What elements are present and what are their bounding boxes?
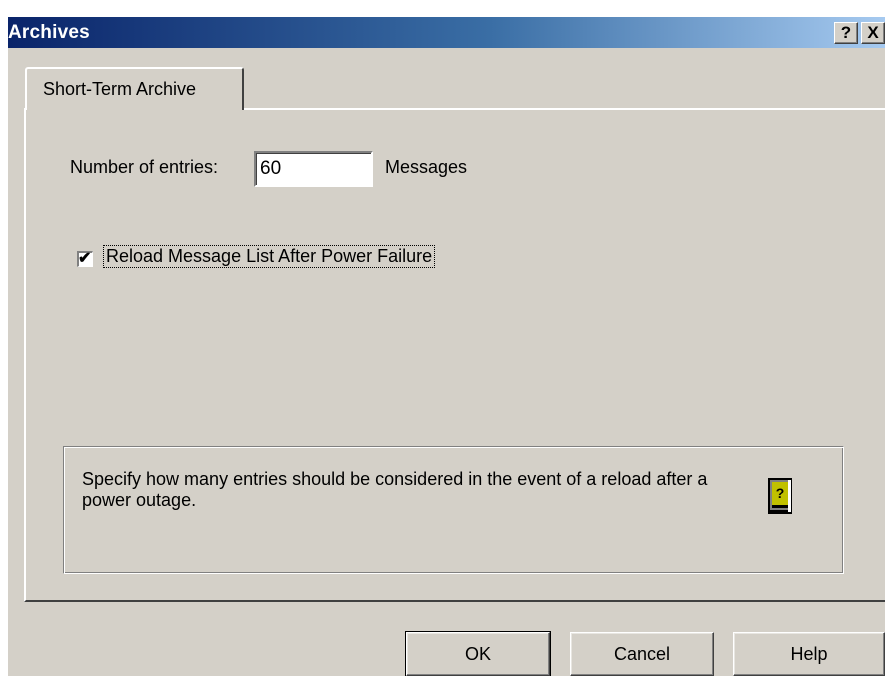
archives-dialog: Archives ? X Short-Term Archive Number o… xyxy=(8,17,885,676)
close-icon[interactable]: X xyxy=(861,22,885,44)
entries-unit-label: Messages xyxy=(385,157,468,177)
help-icon[interactable]: ? xyxy=(834,22,858,44)
help-button[interactable]: Help xyxy=(733,632,885,676)
ok-button[interactable]: OK xyxy=(405,631,551,676)
reload-checkbox-label[interactable]: Reload Message List After Power Failure xyxy=(102,245,436,268)
checkmark-icon: ✔ xyxy=(78,250,92,267)
entries-label: Number of entries: xyxy=(70,157,219,177)
reload-checkbox[interactable]: ✔ xyxy=(77,250,93,267)
window-title: Archives xyxy=(8,22,90,43)
svg-text:?: ? xyxy=(776,485,785,501)
entries-input[interactable] xyxy=(254,151,373,187)
info-text: Specify how many entries should be consi… xyxy=(82,469,708,510)
tab-label: Short-Term Archive xyxy=(43,79,197,99)
cancel-button[interactable]: Cancel xyxy=(570,632,714,676)
info-box: Specify how many entries should be consi… xyxy=(63,446,844,574)
tab-short-term-archive[interactable]: Short-Term Archive xyxy=(25,67,244,110)
title-bar[interactable]: Archives ? X xyxy=(8,17,885,48)
help-book-icon[interactable]: ? xyxy=(767,477,793,515)
